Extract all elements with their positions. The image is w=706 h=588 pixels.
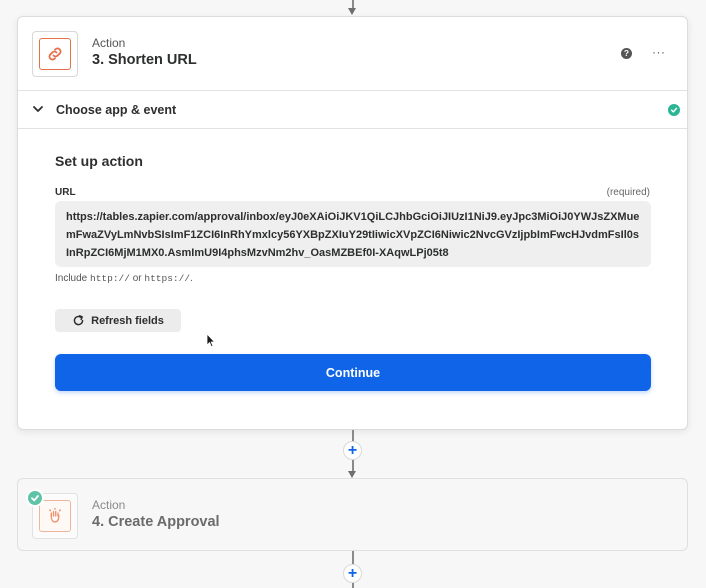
step-kind-label: Action <box>92 498 126 512</box>
step-title[interactable]: 3. Shorten URL <box>92 52 197 68</box>
add-step-button[interactable]: + <box>343 441 362 460</box>
choose-app-event-section[interactable]: Choose app & event <box>18 90 687 129</box>
section-title[interactable]: Choose app & event <box>56 103 176 117</box>
app-icon-container <box>32 31 78 77</box>
check-icon <box>26 489 44 507</box>
step-card-shorten-url: Action 3. Shorten URL ? ··· Choose app &… <box>17 16 688 430</box>
add-step-button-bottom[interactable]: + <box>343 564 362 583</box>
continue-button[interactable]: Continue <box>55 354 651 391</box>
mouse-cursor-icon <box>206 333 216 348</box>
help-icon[interactable]: ? <box>621 48 632 59</box>
required-indicator: (required) <box>606 187 650 198</box>
url-hint: Include http:// or https://. <box>55 273 193 284</box>
url-field-label: URL <box>55 187 76 198</box>
step-card-create-approval[interactable]: Action 4. Create Approval <box>17 478 688 551</box>
hint-code-http: http:// <box>90 273 130 284</box>
hint-suffix: . <box>190 273 193 284</box>
approval-hand-icon <box>39 500 71 532</box>
refresh-fields-button[interactable]: Refresh fields <box>55 309 181 332</box>
refresh-icon <box>73 315 84 326</box>
chevron-down-icon[interactable] <box>32 103 44 115</box>
check-icon <box>668 104 680 116</box>
step-title[interactable]: 4. Create Approval <box>92 514 220 530</box>
setup-action-title: Set up action <box>55 153 143 169</box>
link-icon <box>39 38 71 70</box>
refresh-fields-label: Refresh fields <box>91 314 164 327</box>
step-kind-label: Action <box>92 36 126 50</box>
url-input[interactable]: https://tables.zapier.com/approval/inbox… <box>55 201 651 267</box>
hint-prefix: Include <box>55 273 91 284</box>
hint-code-https: https:// <box>144 273 191 284</box>
connector-arrow-top <box>348 8 356 15</box>
connector-line-top <box>352 0 354 8</box>
step-header[interactable]: Action 3. Shorten URL ? ··· <box>18 17 687 90</box>
connector-arrow-middle <box>348 471 356 478</box>
hint-middle: or <box>129 273 145 284</box>
more-options-icon[interactable]: ··· <box>652 45 666 59</box>
